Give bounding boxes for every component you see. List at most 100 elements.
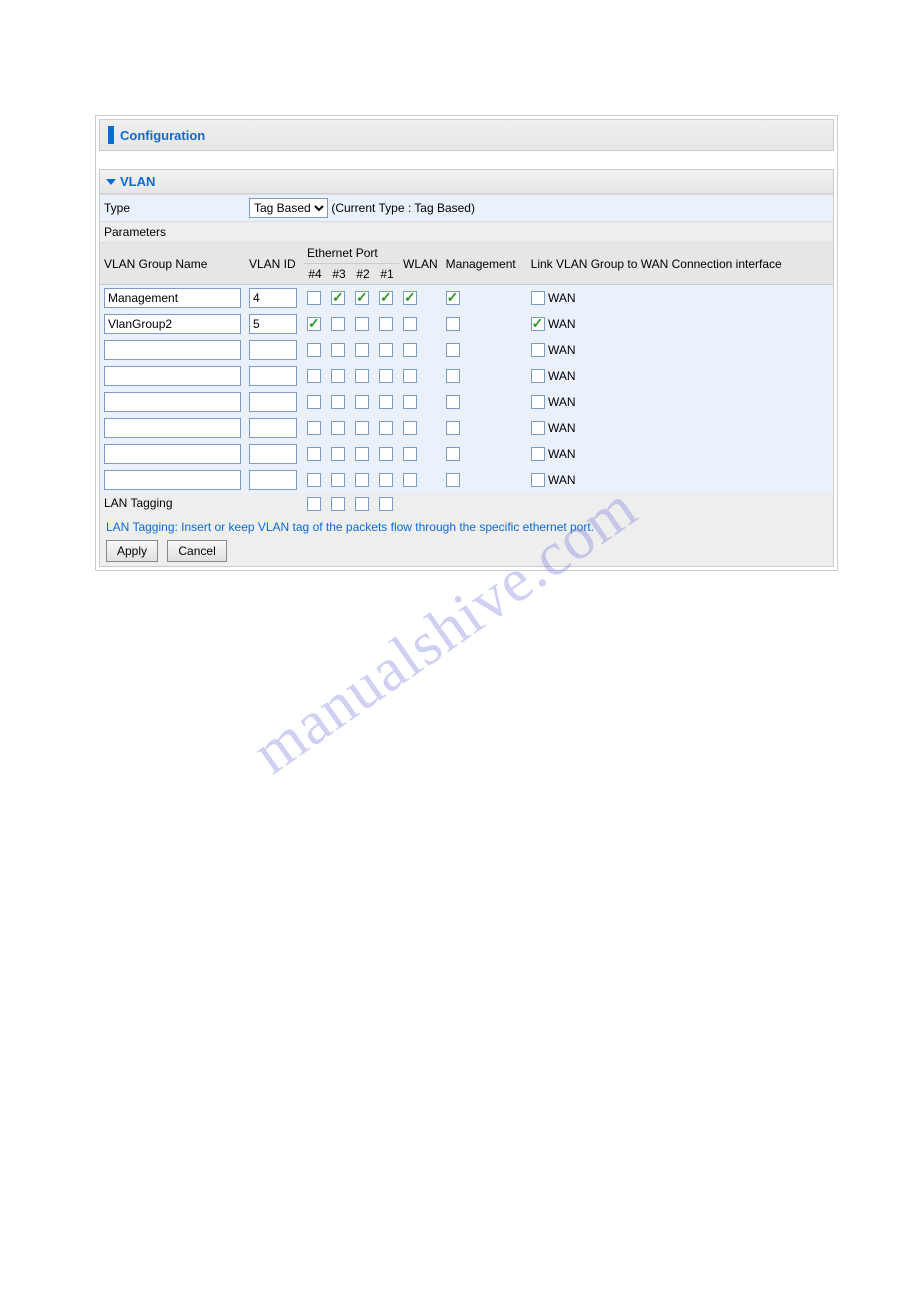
wlan-checkbox[interactable] xyxy=(403,473,417,487)
eth2-checkbox[interactable] xyxy=(355,447,369,461)
eth4-checkbox[interactable] xyxy=(307,395,321,409)
lan-tag-eth3-checkbox[interactable] xyxy=(331,497,345,511)
group-name-input[interactable] xyxy=(104,470,241,490)
mgmt-checkbox[interactable] xyxy=(446,317,460,331)
wan-label: WAN xyxy=(545,447,576,461)
wan-checkbox[interactable] xyxy=(531,447,545,461)
eth1-checkbox[interactable] xyxy=(379,421,393,435)
table-row: WAN xyxy=(100,389,833,415)
parameters-label: Parameters xyxy=(100,222,833,243)
eth3-checkbox[interactable] xyxy=(331,317,345,331)
wan-checkbox[interactable] xyxy=(531,291,545,305)
table-row: WAN xyxy=(100,363,833,389)
config-panel: Configuration VLAN Type Tag Based (Curre… xyxy=(95,115,838,571)
type-row: Type Tag Based (Current Type : Tag Based… xyxy=(100,195,833,222)
mgmt-checkbox[interactable] xyxy=(446,447,460,461)
eth4-checkbox[interactable] xyxy=(307,317,321,331)
eth3-checkbox[interactable] xyxy=(331,369,345,383)
eth4-checkbox[interactable] xyxy=(307,473,321,487)
wan-label: WAN xyxy=(545,395,576,409)
wan-checkbox[interactable] xyxy=(531,317,545,331)
mgmt-checkbox[interactable] xyxy=(446,395,460,409)
lan-tag-eth1-checkbox[interactable] xyxy=(379,497,393,511)
group-name-input[interactable] xyxy=(104,418,241,438)
eth4-checkbox[interactable] xyxy=(307,447,321,461)
type-select[interactable]: Tag Based xyxy=(249,198,328,218)
title-accent xyxy=(108,126,114,144)
wan-checkbox[interactable] xyxy=(531,395,545,409)
eth3-checkbox[interactable] xyxy=(331,395,345,409)
eth3-checkbox[interactable] xyxy=(331,473,345,487)
lan-tag-eth2-checkbox[interactable] xyxy=(355,497,369,511)
wlan-checkbox[interactable] xyxy=(403,291,417,305)
eth4-checkbox[interactable] xyxy=(307,421,321,435)
wan-label: WAN xyxy=(545,317,576,331)
group-name-input[interactable] xyxy=(104,444,241,464)
eth2-checkbox[interactable] xyxy=(355,317,369,331)
eth4-checkbox[interactable] xyxy=(307,369,321,383)
th-mgmt: Management xyxy=(442,243,527,285)
eth2-checkbox[interactable] xyxy=(355,343,369,357)
mgmt-checkbox[interactable] xyxy=(446,369,460,383)
group-name-input[interactable] xyxy=(104,340,241,360)
th-wlan: WLAN xyxy=(399,243,442,285)
type-note: (Current Type : Tag Based) xyxy=(331,201,475,215)
eth1-checkbox[interactable] xyxy=(379,473,393,487)
wlan-checkbox[interactable] xyxy=(403,343,417,357)
group-name-input[interactable] xyxy=(104,288,241,308)
group-name-input[interactable] xyxy=(104,392,241,412)
eth4-checkbox[interactable] xyxy=(307,291,321,305)
eth2-checkbox[interactable] xyxy=(355,369,369,383)
mgmt-checkbox[interactable] xyxy=(446,291,460,305)
mgmt-checkbox[interactable] xyxy=(446,421,460,435)
table-row: WAN xyxy=(100,415,833,441)
wan-checkbox[interactable] xyxy=(531,473,545,487)
wlan-checkbox[interactable] xyxy=(403,395,417,409)
eth1-checkbox[interactable] xyxy=(379,291,393,305)
wlan-checkbox[interactable] xyxy=(403,317,417,331)
group-name-input[interactable] xyxy=(104,366,241,386)
wan-checkbox[interactable] xyxy=(531,369,545,383)
eth3-checkbox[interactable] xyxy=(331,291,345,305)
eth1-checkbox[interactable] xyxy=(379,369,393,383)
group-name-input[interactable] xyxy=(104,314,241,334)
wan-checkbox[interactable] xyxy=(531,343,545,357)
section-header[interactable]: VLAN xyxy=(100,170,833,194)
apply-button[interactable]: Apply xyxy=(106,540,158,562)
vlan-id-input[interactable] xyxy=(249,288,297,308)
eth1-checkbox[interactable] xyxy=(379,447,393,461)
mgmt-checkbox[interactable] xyxy=(446,473,460,487)
mgmt-checkbox[interactable] xyxy=(446,343,460,357)
panel-title: Configuration xyxy=(120,128,205,143)
th-eth-port: Ethernet Port xyxy=(303,243,399,264)
eth3-checkbox[interactable] xyxy=(331,447,345,461)
vlan-id-input[interactable] xyxy=(249,418,297,438)
section-title: VLAN xyxy=(120,174,155,189)
wlan-checkbox[interactable] xyxy=(403,421,417,435)
vlan-id-input[interactable] xyxy=(249,444,297,464)
eth3-checkbox[interactable] xyxy=(331,421,345,435)
lan-tagging-row: LAN Tagging xyxy=(100,493,833,514)
eth1-checkbox[interactable] xyxy=(379,395,393,409)
vlan-id-input[interactable] xyxy=(249,340,297,360)
eth4-checkbox[interactable] xyxy=(307,343,321,357)
lan-tag-eth4-checkbox[interactable] xyxy=(307,497,321,511)
eth2-checkbox[interactable] xyxy=(355,421,369,435)
table-row: WAN xyxy=(100,467,833,493)
eth1-checkbox[interactable] xyxy=(379,343,393,357)
eth2-checkbox[interactable] xyxy=(355,291,369,305)
eth3-checkbox[interactable] xyxy=(331,343,345,357)
wlan-checkbox[interactable] xyxy=(403,369,417,383)
table-row: WAN xyxy=(100,441,833,467)
wan-checkbox[interactable] xyxy=(531,421,545,435)
eth1-checkbox[interactable] xyxy=(379,317,393,331)
eth2-checkbox[interactable] xyxy=(355,473,369,487)
vlan-id-input[interactable] xyxy=(249,366,297,386)
vlan-id-input[interactable] xyxy=(249,470,297,490)
eth2-checkbox[interactable] xyxy=(355,395,369,409)
wlan-checkbox[interactable] xyxy=(403,447,417,461)
cancel-button[interactable]: Cancel xyxy=(167,540,226,562)
vlan-id-input[interactable] xyxy=(249,314,297,334)
th-eth1: #1 xyxy=(375,264,399,285)
vlan-id-input[interactable] xyxy=(249,392,297,412)
